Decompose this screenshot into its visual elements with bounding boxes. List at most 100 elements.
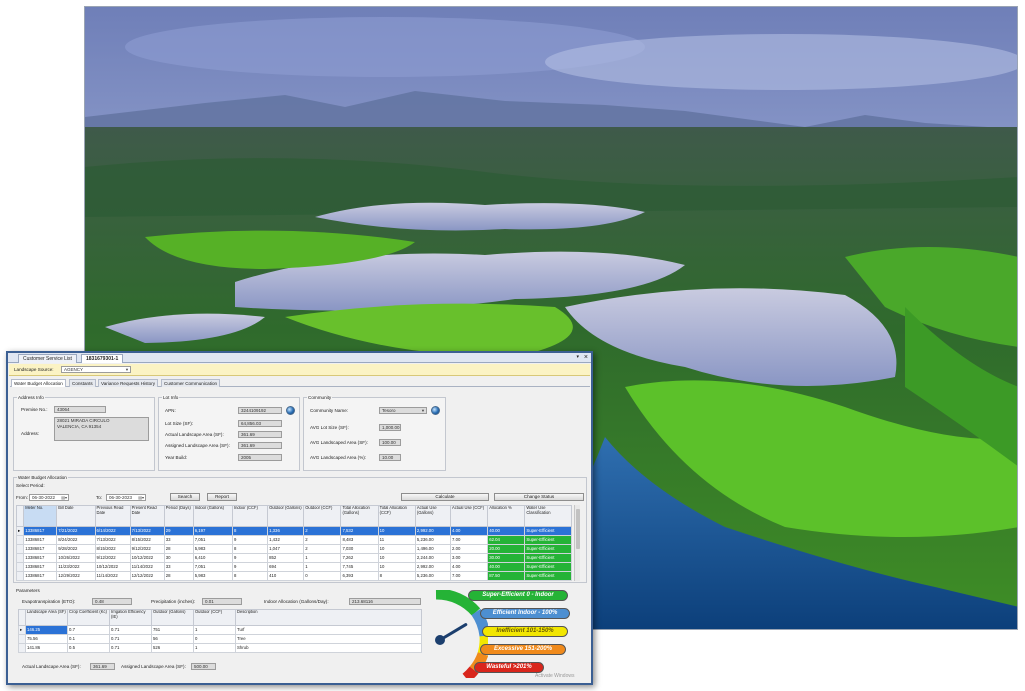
cell-water-use-classification[interactable]: Super-Efficient bbox=[524, 544, 572, 554]
cell-indoor-ccf[interactable]: 9 bbox=[231, 562, 269, 572]
cell-outdoor-ccf[interactable]: 1 bbox=[303, 562, 342, 572]
cell-outdoor-ccf[interactable]: 2 bbox=[303, 526, 342, 536]
tab-customer-service-list[interactable]: Customer Service List bbox=[18, 354, 77, 363]
cell-total-allocation-ccf[interactable]: 10 bbox=[377, 544, 416, 554]
cell-present-read-date[interactable]: 9/12/2022 bbox=[129, 544, 165, 554]
search-button[interactable]: Search bbox=[170, 493, 200, 501]
cell-actual-use-gallons[interactable]: 2,992.00 bbox=[414, 526, 451, 536]
cell-crop-coefficient[interactable]: 0.1 bbox=[67, 634, 110, 644]
col-outdoor-gallons[interactable]: Outdoor (Gallons) bbox=[151, 609, 194, 626]
report-button[interactable]: Report bbox=[207, 493, 237, 501]
col-period-days[interactable]: Period (Days) bbox=[163, 505, 194, 527]
cell-outdoor-gallons[interactable]: 410 bbox=[267, 571, 305, 581]
cell-description[interactable]: Tree bbox=[235, 634, 422, 644]
cell-outdoor-gallons[interactable]: 526 bbox=[151, 643, 194, 653]
landscape-source-select[interactable]: AGENCY ▼ bbox=[61, 366, 131, 373]
cell-outdoor-gallons[interactable]: 56 bbox=[151, 634, 194, 644]
cell-actual-use-ccf[interactable]: 2.00 bbox=[449, 544, 489, 554]
cell-water-use-classification[interactable]: Super-Efficient bbox=[524, 571, 572, 581]
cell-outdoor-ccf[interactable]: 0 bbox=[303, 571, 342, 581]
lot-size-field[interactable]: 64,856.03 bbox=[238, 420, 282, 427]
scrollbar-thumb[interactable] bbox=[576, 509, 580, 549]
cell-total-allocation-gallons[interactable]: 7,262 bbox=[340, 553, 379, 563]
cell-meter-no[interactable]: 13386817 bbox=[23, 571, 58, 581]
cell-previous-read-date[interactable]: 9/12/2022 bbox=[94, 553, 131, 563]
cell-outdoor-ccf[interactable]: 1 bbox=[303, 553, 342, 563]
cell-meter-no[interactable]: 13386817 bbox=[23, 553, 58, 563]
cell-outdoor-gallons[interactable]: 1,047 bbox=[267, 544, 305, 554]
cell-allocation-pct[interactable]: 62.04 bbox=[487, 535, 526, 545]
cell-water-use-classification[interactable]: Super-Efficient bbox=[524, 553, 572, 563]
cell-total-allocation-ccf[interactable]: 10 bbox=[377, 526, 416, 536]
change-status-button[interactable]: Change Status bbox=[494, 493, 584, 501]
tab-water-budget-allocation[interactable]: Water Budget Allocation bbox=[11, 379, 66, 387]
close-icon[interactable]: × bbox=[584, 353, 588, 362]
cell-water-use-classification[interactable]: Super-Efficient bbox=[524, 535, 572, 545]
cell-irrigation-efficiency[interactable]: 0.71 bbox=[109, 634, 152, 644]
avg-landscaped-area-pct-field[interactable]: 10.00 bbox=[379, 454, 401, 461]
cell-period-days[interactable]: 33 bbox=[163, 535, 194, 545]
cell-period-days[interactable]: 30 bbox=[163, 553, 194, 563]
cell-total-allocation-ccf[interactable]: 8 bbox=[377, 571, 416, 581]
cell-allocation-pct[interactable]: 30.00 bbox=[487, 553, 526, 563]
col-indoor-ccf[interactable]: Indoor (CCF) bbox=[231, 505, 269, 527]
apn-field[interactable]: 3244109192 bbox=[238, 407, 282, 414]
cell-indoor-gallons[interactable]: 5,983 bbox=[192, 544, 233, 554]
cell-allocation-pct[interactable]: 20.00 bbox=[487, 544, 526, 554]
cell-period-days[interactable]: 28 bbox=[163, 544, 194, 554]
cell-total-allocation-gallons[interactable]: 7,532 bbox=[340, 526, 379, 536]
cell-indoor-gallons[interactable]: 6,410 bbox=[192, 553, 233, 563]
cell-indoor-ccf[interactable]: 9 bbox=[231, 553, 269, 563]
cell-total-allocation-ccf[interactable]: 10 bbox=[377, 553, 416, 563]
col-total-allocation-ccf[interactable]: Total Allocation (CCF) bbox=[377, 505, 416, 527]
col-allocation-pct[interactable]: Allocation % bbox=[487, 505, 526, 527]
cell-previous-read-date[interactable]: 11/14/2022 bbox=[94, 571, 131, 581]
cell-landscape-area[interactable]: 146.25 bbox=[25, 625, 68, 635]
col-meter-no[interactable]: Meter No. bbox=[23, 505, 58, 527]
cell-indoor-gallons[interactable]: 6,197 bbox=[192, 526, 233, 536]
cell-actual-use-ccf[interactable]: 7.00 bbox=[449, 535, 489, 545]
cell-previous-read-date[interactable]: 6/14/2022 bbox=[94, 526, 131, 536]
cell-irrigation-efficiency[interactable]: 0.71 bbox=[109, 643, 152, 653]
cell-landscape-area[interactable]: 141.86 bbox=[25, 643, 68, 653]
cell-period-days[interactable]: 28 bbox=[163, 571, 194, 581]
tab-constants[interactable]: Constants bbox=[69, 379, 96, 387]
cell-indoor-gallons[interactable]: 5,983 bbox=[192, 571, 233, 581]
col-description[interactable]: Description bbox=[235, 609, 422, 626]
row-selector[interactable] bbox=[15, 544, 25, 554]
cell-actual-use-ccf[interactable]: 7.00 bbox=[449, 571, 489, 581]
tab-variance-requests-history[interactable]: Variance Requests History bbox=[98, 379, 159, 387]
cell-outdoor-gallons[interactable]: 1,336 bbox=[267, 526, 305, 536]
cell-present-read-date[interactable]: 10/12/2022 bbox=[129, 553, 165, 563]
tab-customer-communication[interactable]: Customer Communication bbox=[161, 379, 221, 387]
cell-indoor-ccf[interactable]: 8 bbox=[231, 571, 269, 581]
cell-outdoor-gallons[interactable]: 1,432 bbox=[267, 535, 305, 545]
cell-bill-date[interactable]: 7/21/2022 bbox=[56, 526, 96, 536]
cell-present-read-date[interactable]: 12/12/2022 bbox=[129, 571, 165, 581]
cell-previous-read-date[interactable]: 8/15/2022 bbox=[94, 544, 131, 554]
assigned-landscape-area-field[interactable]: 361.69 bbox=[238, 442, 282, 449]
row-selector[interactable] bbox=[15, 553, 25, 563]
table-row[interactable]: 141.86 0.5 0.71 526 1 Shrub bbox=[18, 643, 422, 653]
col-bill-date[interactable]: Bill Date bbox=[56, 505, 96, 527]
cell-total-allocation-ccf[interactable]: 11 bbox=[377, 535, 416, 545]
cell-crop-coefficient[interactable]: 0.7 bbox=[67, 625, 110, 635]
avg-landscaped-area-field[interactable]: 100.00 bbox=[379, 439, 401, 446]
globe-icon[interactable] bbox=[431, 406, 440, 415]
col-previous-read-date[interactable]: Previous Read Date bbox=[94, 505, 131, 527]
cell-actual-use-ccf[interactable]: 4.00 bbox=[449, 526, 489, 536]
col-irrigation-efficiency[interactable]: Irrigation Efficiency (IE) bbox=[109, 609, 152, 626]
cell-allocation-pct[interactable]: 40.00 bbox=[487, 562, 526, 572]
cell-outdoor-ccf[interactable]: 2 bbox=[303, 544, 342, 554]
premise-no-field[interactable]: 43064 bbox=[54, 406, 106, 413]
to-date-picker[interactable]: 06-30-2023 ▤▾ bbox=[106, 494, 146, 501]
cell-indoor-ccf[interactable]: 8 bbox=[231, 544, 269, 554]
row-selector-arrow-icon[interactable]: ▸ bbox=[18, 625, 26, 635]
col-landscape-area[interactable]: Landscape Area (SF) bbox=[25, 609, 68, 626]
cell-outdoor-ccf[interactable]: 1 bbox=[193, 625, 236, 635]
row-selector[interactable] bbox=[15, 535, 25, 545]
cell-meter-no[interactable]: 13386817 bbox=[23, 535, 58, 545]
col-actual-use-ccf[interactable]: Actual Use (CCF) bbox=[449, 505, 489, 527]
cell-present-read-date[interactable]: 7/13/2022 bbox=[129, 526, 165, 536]
cell-actual-use-ccf[interactable]: 3.00 bbox=[449, 553, 489, 563]
